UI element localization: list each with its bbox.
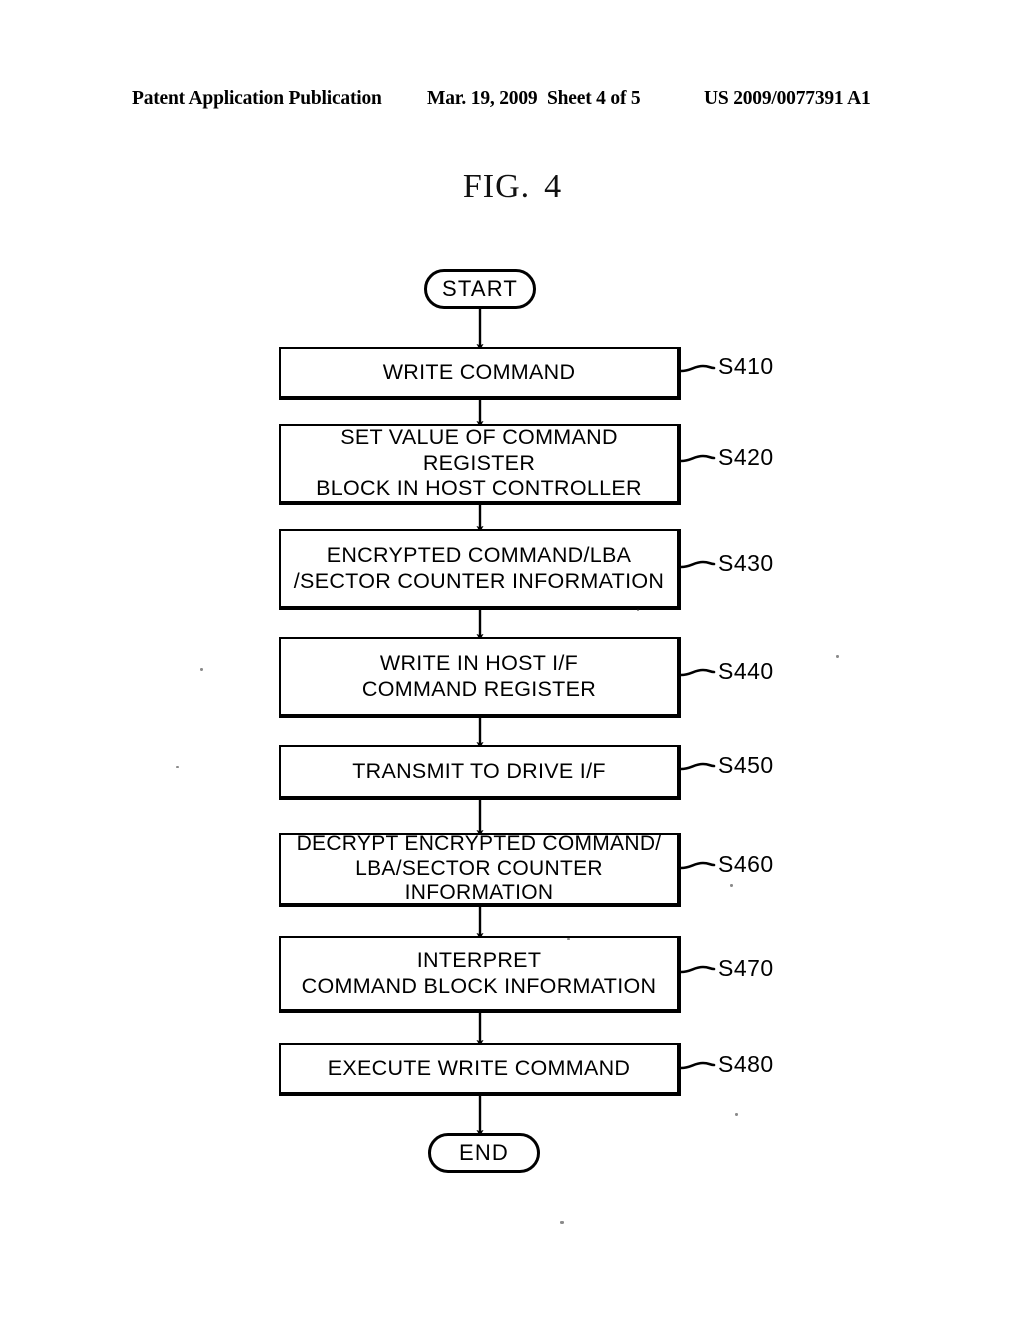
flow-step-s410: WRITE COMMAND <box>279 347 681 400</box>
scan-speckle <box>637 609 639 611</box>
leader-s460 <box>679 861 716 870</box>
flow-step-s420-line1: SET VALUE OF COMMAND REGISTER <box>340 425 618 475</box>
leader-s430 <box>679 560 716 569</box>
flow-step-s430-line1: ENCRYPTED COMMAND/LBA <box>326 543 632 568</box>
flow-step-s410-text: WRITE COMMAND <box>382 359 576 384</box>
scan-speckle <box>730 884 733 887</box>
flow-step-s440-text: WRITE IN HOST I/F COMMAND REGISTER <box>287 651 671 702</box>
flow-node-start-label: START <box>441 276 519 301</box>
step-ref-s430: S430 <box>718 550 774 576</box>
step-ref-s440: S440 <box>718 658 774 684</box>
scan-speckle <box>735 1113 738 1116</box>
flow-node-start: START <box>424 269 536 309</box>
leader-s420 <box>679 454 716 463</box>
leader-s470 <box>679 965 716 974</box>
flow-step-s440: WRITE IN HOST I/F COMMAND REGISTER <box>279 637 681 718</box>
flow-step-s470-line1: INTERPRET <box>416 948 542 973</box>
step-ref-s420: S420 <box>718 444 774 470</box>
flow-step-s430-line2: /SECTOR COUNTER INFORMATION <box>293 568 665 593</box>
flow-step-s430: ENCRYPTED COMMAND/LBA/SECTOR COUNTER INF… <box>279 529 681 610</box>
flow-step-s480: EXECUTE WRITE COMMAND <box>279 1043 681 1096</box>
flow-step-s420: SET VALUE OF COMMAND REGISTER BLOCK IN HO… <box>279 424 681 505</box>
step-ref-s450: S450 <box>718 752 774 778</box>
flow-step-s440-line1: WRITE IN HOST I/F <box>379 651 579 676</box>
flow-node-end: END <box>428 1133 540 1173</box>
flow-step-s470-line2: COMMAND BLOCK INFORMATION <box>301 973 657 998</box>
flow-step-s450: TRANSMIT TO DRIVE I/F <box>279 745 681 800</box>
flow-step-s470-text: INTERPRET COMMAND BLOCK INFORMATION <box>287 948 671 999</box>
flow-step-s460-line1: DECRYPT ENCRYPTED COMMAND/ <box>296 831 662 855</box>
flow-step-s450-text: TRANSMIT TO DRIVE I/F <box>352 758 606 783</box>
flow-node-end-label: END <box>458 1140 510 1165</box>
step-ref-s480: S480 <box>718 1051 774 1077</box>
leader-s410 <box>679 364 716 373</box>
scan-speckle <box>200 668 203 671</box>
scan-speckle <box>176 766 179 768</box>
flow-step-s460-text: DECRYPT ENCRYPTED COMMAND/LBA/SECTOR COU… <box>287 832 671 906</box>
leader-s440 <box>679 668 716 677</box>
leader-s450 <box>679 762 716 771</box>
flow-step-s470: INTERPRET COMMAND BLOCK INFORMATION <box>279 936 681 1013</box>
flow-step-s460: DECRYPT ENCRYPTED COMMAND/LBA/SECTOR COU… <box>279 832 681 907</box>
scan-speckle <box>836 655 839 658</box>
flow-step-s440-line2: COMMAND REGISTER <box>361 676 597 701</box>
step-ref-s410: S410 <box>718 353 774 379</box>
step-ref-s460: S460 <box>718 851 774 877</box>
scan-speckle <box>567 938 570 940</box>
step-ref-s470: S470 <box>718 955 774 981</box>
flow-step-s420-text: SET VALUE OF COMMAND REGISTER BLOCK IN HO… <box>287 425 671 501</box>
flow-step-s430-text: ENCRYPTED COMMAND/LBA/SECTOR COUNTER INF… <box>287 543 671 594</box>
flow-step-s420-line2: BLOCK IN HOST CONTROLLER <box>316 476 642 501</box>
leader-s480 <box>679 1061 716 1070</box>
flow-step-s460-line2: LBA/SECTOR COUNTER INFORMATION <box>355 856 603 905</box>
flow-step-s480-text: EXECUTE WRITE COMMAND <box>327 1055 631 1080</box>
scan-speckle <box>560 1221 564 1224</box>
